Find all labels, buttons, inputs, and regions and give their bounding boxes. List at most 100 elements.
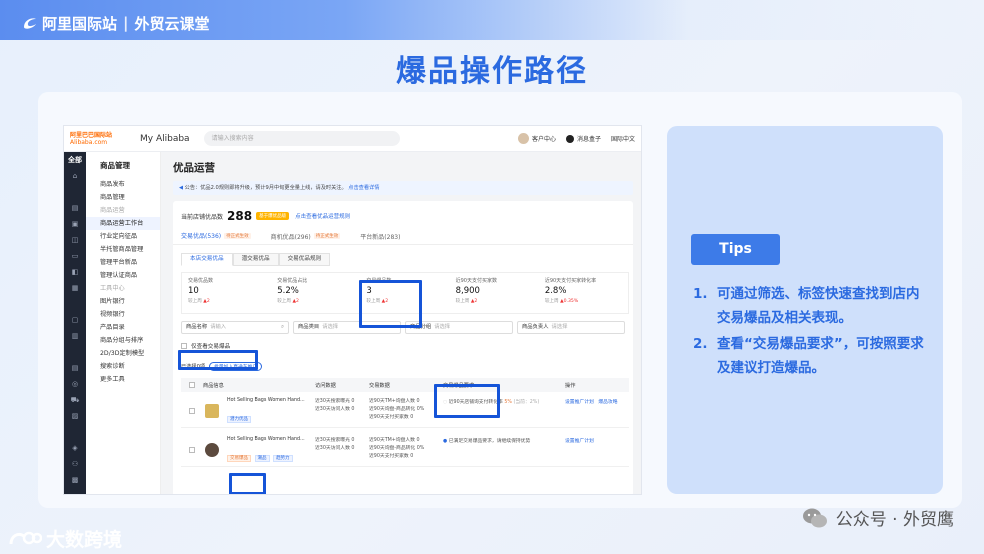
- alibaba-site-logo[interactable]: 阿里巴巴国际站 Alibaba.com: [70, 131, 130, 147]
- set-promotion-link[interactable]: 设置推广计划: [565, 439, 594, 444]
- metric-delta: 较上周 ▲2: [455, 299, 478, 304]
- tab-trade-items[interactable]: 交易优品(536) 待正式生效: [181, 231, 251, 245]
- globe-icon[interactable]: ◎: [64, 376, 86, 392]
- box-icon[interactable]: ▩: [64, 472, 86, 488]
- tips-panel: Tips 1. 可通过筛选、标签快速查找到店内交易爆品及相关表现。 2. 查看“…: [667, 126, 943, 494]
- metric-label: 近90天支付买家转化率: [544, 278, 597, 284]
- tab-label: 交易优品(536): [181, 233, 222, 240]
- menu-item-certified[interactable]: 管理认证商品: [86, 269, 160, 282]
- highlight-hot-tag: [229, 473, 266, 494]
- table-header: 商品信息 访问数据 交易数据 交易爆品要求 操作: [181, 378, 629, 392]
- metric-delta: 较上周 ▲2: [277, 299, 299, 304]
- rail-all[interactable]: 全部: [64, 152, 86, 168]
- subtab-store-trade[interactable]: 本店交易优品: [181, 253, 233, 266]
- my-alibaba-title[interactable]: My Alibaba: [140, 134, 190, 144]
- metric-label: 近90天支付买家数: [455, 278, 497, 284]
- menu-item-manage[interactable]: 商品管理: [86, 191, 160, 204]
- tab-opportunity-items[interactable]: 商机优品(296) 待正式生效: [271, 231, 341, 245]
- row-checkbox[interactable]: [189, 408, 195, 414]
- metric-value: 5.2%: [277, 286, 299, 296]
- menu-item-search-diag[interactable]: 搜索诊断: [86, 360, 160, 373]
- stat-rules-link[interactable]: 点击查看优品运营规则: [295, 212, 350, 220]
- brand-sub: 外贸云课堂: [134, 14, 210, 33]
- subtab-rules[interactable]: 交易优品规则: [278, 253, 331, 266]
- message-icon[interactable]: [565, 134, 574, 143]
- tab-status-badge: 待正式生效: [313, 233, 341, 239]
- subtab-potential[interactable]: 潜交易优品: [232, 253, 279, 266]
- logo-line2: Alibaba.com: [70, 138, 108, 146]
- metric-label: 交易优品占比: [277, 278, 308, 284]
- menu-item-3d-model[interactable]: 2D/3D定制模型: [86, 347, 160, 360]
- search-icon: ⌕: [281, 324, 284, 330]
- menu-item-catalog[interactable]: 产品目录: [86, 321, 160, 334]
- highlight-requirement-header: [434, 384, 500, 418]
- account-link[interactable]: 客户中心: [532, 134, 556, 143]
- select-all-checkbox[interactable]: [189, 382, 195, 388]
- hot-guide-link[interactable]: 爆品攻略: [598, 400, 617, 405]
- truck-icon[interactable]: ⛟: [64, 392, 86, 408]
- menu-item-industry[interactable]: 行业定向征品: [86, 230, 160, 243]
- filter-owner[interactable]: 商品负责人 请选择: [517, 321, 625, 334]
- th-trade: 交易数据: [369, 382, 390, 389]
- product-image[interactable]: [205, 404, 219, 418]
- tab-platform-new[interactable]: 平台新品(283): [360, 231, 400, 245]
- hot-item-tag: 交易爆品: [227, 455, 251, 462]
- stat-tag: 基于爆优品级: [256, 212, 290, 220]
- metric-value: 8,900: [455, 286, 480, 296]
- page-title: 优品运营: [173, 162, 215, 174]
- product-title[interactable]: Hot Selling Bags Women Hand...: [227, 437, 311, 442]
- th-visit: 访问数据: [315, 382, 336, 389]
- chat-icon[interactable]: ◧: [64, 264, 86, 280]
- avatar[interactable]: [517, 133, 529, 144]
- stat-value: 288: [227, 209, 253, 223]
- side-menu: 商品管理 商品发布 商品管理 商品运营 商品运营工作台 行业定向征品 半托管商品…: [86, 152, 161, 494]
- shield-icon[interactable]: ◈: [64, 440, 86, 456]
- notice-text: 公告：优品2.0规则即将升级，预计9月中旬更全量上线，请及时关注。: [184, 185, 347, 191]
- menu-item-platform-new[interactable]: 管理平台新品: [86, 256, 160, 269]
- menu-item-publish[interactable]: 商品发布: [86, 178, 160, 191]
- sub-tabs: 本店交易优品 潜交易优品 交易优品规则: [181, 253, 331, 266]
- table-row: Hot Selling Bags Women Hand... 交易爆品 潮品 趋…: [181, 433, 629, 467]
- stat-line: 当前店铺优品数 288 基于爆优品级 点击查看优品运营规则: [181, 209, 350, 223]
- notice-link[interactable]: 点击查看详情: [348, 185, 379, 191]
- grid-icon[interactable]: ▥: [64, 328, 86, 344]
- chart-icon[interactable]: ▦: [64, 280, 86, 296]
- main-tabs: 交易优品(536) 待正式生效 商机优品(296) 待正式生效 平台新品(283…: [181, 231, 420, 245]
- tab-status-badge: 待正式生效: [224, 232, 251, 239]
- menu-item-ops-workbench[interactable]: 商品运营工作台: [86, 217, 160, 230]
- corner-brand-text: 大数跨境: [46, 529, 123, 551]
- document-icon[interactable]: ▤: [64, 360, 86, 376]
- set-promotion-link[interactable]: 设置推广计划: [565, 400, 594, 405]
- metric-card: 交易优品数 10 较上周 ▲2: [182, 273, 271, 313]
- product-icon[interactable]: ▣: [64, 216, 86, 232]
- menu-item-image-bank[interactable]: 图片银行: [86, 295, 160, 308]
- corner-brand-icon: [9, 531, 42, 544]
- menu-item-semi-managed[interactable]: 半托管商品管理: [86, 243, 160, 256]
- bag-icon[interactable]: ◫: [64, 232, 86, 248]
- language-select[interactable]: 国际中文: [611, 134, 635, 143]
- stat-label: 当前店铺优品数: [181, 213, 224, 221]
- message-rail-icon[interactable]: ▢: [64, 312, 86, 328]
- tip-item: 1. 可通过筛选、标签快速查找到店内交易爆品及相关表现。: [693, 282, 925, 330]
- card-icon[interactable]: ▭: [64, 248, 86, 264]
- menu-head: 商品管理: [100, 161, 130, 170]
- menu-item-grouping[interactable]: 商品分组与排序: [86, 334, 160, 347]
- check-circle-icon: ●: [443, 439, 448, 444]
- message-box-link[interactable]: 消息盒子: [577, 134, 601, 143]
- menu-item-video-bank[interactable]: 视频银行: [86, 308, 160, 321]
- trend-power-tag: 趋势力: [273, 455, 293, 462]
- alibaba-screenshot: 阿里巴巴国际站 Alibaba.com My Alibaba 请输入搜索内容 客…: [63, 125, 642, 495]
- row-checkbox[interactable]: [189, 447, 195, 453]
- checkbox[interactable]: [181, 343, 187, 349]
- store-icon[interactable]: ▤: [64, 200, 86, 216]
- product-image[interactable]: [205, 443, 219, 457]
- only-hot-checkbox[interactable]: 仅查看交易爆品: [181, 342, 230, 350]
- network-icon[interactable]: ⚇: [64, 456, 86, 472]
- home-icon[interactable]: ⌂: [64, 168, 86, 184]
- product-title[interactable]: Hot Selling Bags Women Hand...: [227, 398, 311, 403]
- menu-item-more-tools[interactable]: 更多工具: [86, 373, 160, 386]
- filter-product-name[interactable]: 商品名称 请输入 ⌕: [181, 321, 289, 334]
- building-icon[interactable]: ▨: [64, 408, 86, 424]
- search-input[interactable]: 请输入搜索内容: [203, 131, 400, 146]
- tips-button: Tips: [691, 234, 780, 265]
